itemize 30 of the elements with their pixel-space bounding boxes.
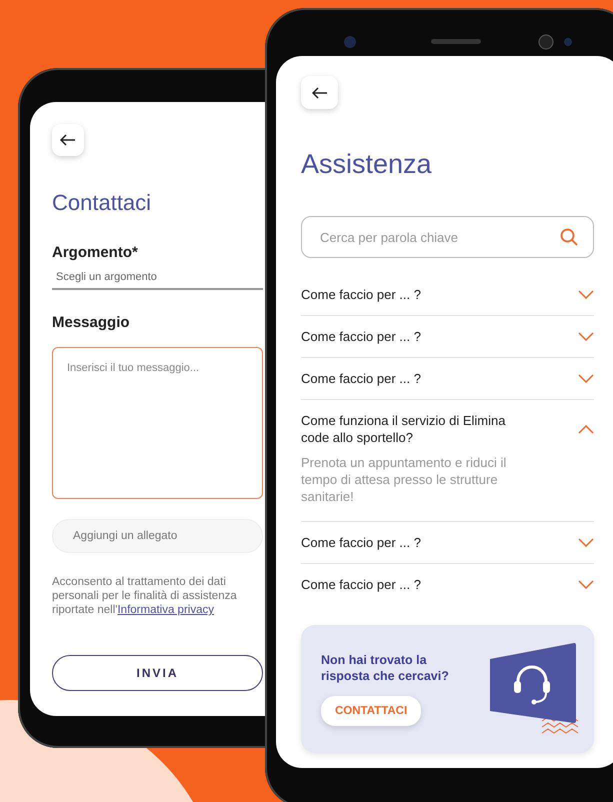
faq-question[interactable]: Come faccio per ... ? xyxy=(301,286,421,303)
back-arrow-icon[interactable] xyxy=(60,134,76,146)
faq-question[interactable]: Come faccio per ... ? xyxy=(301,370,421,387)
field-label: Argomento* xyxy=(52,244,139,261)
message-field[interactable]: Inserisci il tuo messaggio... xyxy=(52,347,263,499)
chevron-down-icon[interactable] xyxy=(578,580,594,589)
privacy-link[interactable]: Informativa privacy xyxy=(117,604,214,616)
field-label: Messaggio xyxy=(52,314,131,331)
screen-title: Contattaci xyxy=(52,190,152,216)
submit-button[interactable]: INVIA xyxy=(52,655,263,691)
search-icon[interactable] xyxy=(560,228,578,246)
chevron-up-icon[interactable] xyxy=(578,424,594,434)
back-arrow-icon[interactable] xyxy=(312,86,328,98)
screen-title: Assistenza xyxy=(301,149,433,180)
back-button[interactable] xyxy=(52,124,84,156)
banner-text: Non hai trovato la risposta che cercavi? xyxy=(321,652,450,684)
chevron-down-icon[interactable] xyxy=(578,374,594,383)
faq-question[interactable]: Come faccio per ... ? xyxy=(301,328,421,345)
faq-question[interactable]: Come faccio per ... ? xyxy=(301,576,421,593)
faq-answer: Prenota un appuntamento e riduci il tempo di attesa presso le strutture sanitarie! xyxy=(301,454,508,505)
topic-field[interactable]: Scegli un argomento xyxy=(52,261,263,290)
back-button[interactable] xyxy=(301,76,338,109)
consent-text: Acconsento al trattamento dei dati personali per le finalità di assistenza riportate nell'Informativa privacy xyxy=(52,575,238,617)
faq-question[interactable]: Come funziona il servizio di Elimina code allo sportello? xyxy=(301,412,536,446)
chevron-down-icon[interactable] xyxy=(578,538,594,547)
faq-question[interactable]: Come faccio per ... ? xyxy=(301,534,421,551)
chevron-down-icon[interactable] xyxy=(578,290,594,299)
search-field[interactable]: Cerca per parola chiave xyxy=(301,216,594,258)
attachment-field[interactable]: Aggiungi un allegato xyxy=(52,519,263,553)
chevron-down-icon[interactable] xyxy=(578,332,594,341)
